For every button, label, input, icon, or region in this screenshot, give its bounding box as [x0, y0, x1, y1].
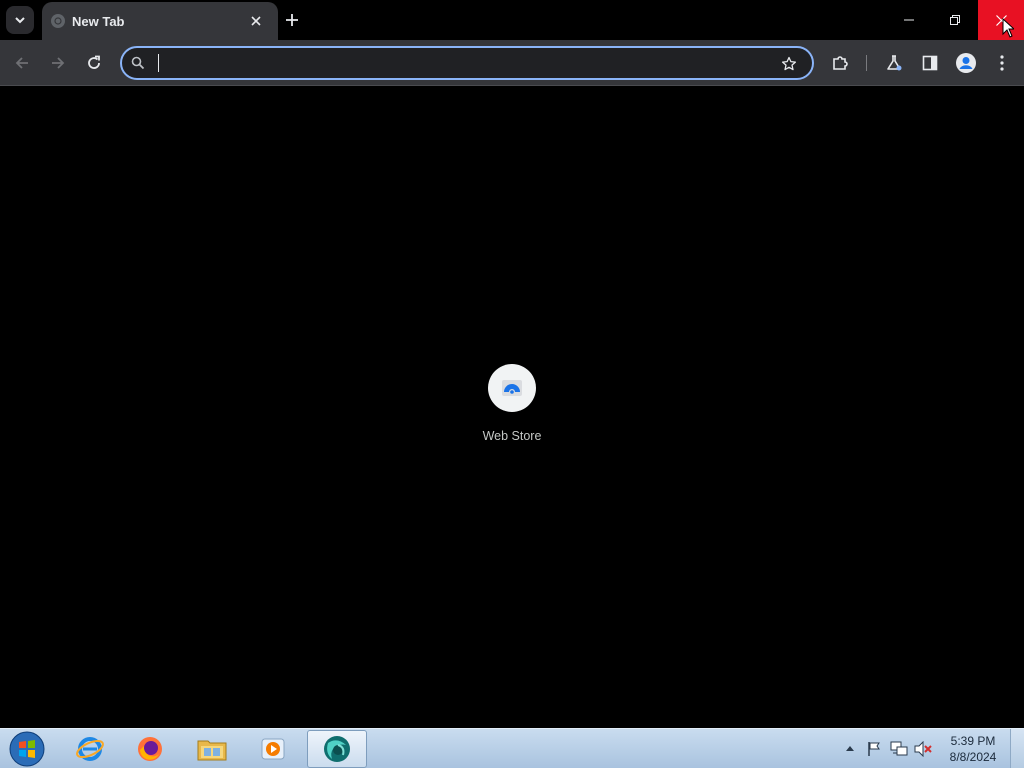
start-button[interactable] — [6, 730, 48, 768]
firefox-icon — [138, 737, 162, 761]
flag-icon — [868, 742, 880, 756]
tab-search-button[interactable] — [6, 6, 34, 34]
chevron-up-icon — [846, 746, 854, 751]
mouse-cursor-icon — [1002, 18, 1014, 38]
network-icon — [890, 741, 908, 756]
forward-button[interactable] — [43, 48, 73, 78]
web-store-icon — [502, 380, 522, 396]
reload-button[interactable] — [79, 48, 109, 78]
screen: New Tab Web Store 5:39 PM 8/8/2024 — [0, 0, 1024, 768]
menu-button[interactable] — [987, 48, 1017, 78]
taskbar-app-firefox[interactable] — [120, 730, 180, 768]
new-tab-page: Web Store — [0, 87, 1024, 728]
shortcut-tile — [488, 364, 536, 412]
volume-muted-icon — [914, 741, 932, 757]
kebab-menu-icon — [1000, 55, 1004, 71]
new-tab-button[interactable] — [280, 8, 304, 32]
plus-icon — [286, 14, 298, 26]
shortcut-label: Web Store — [482, 429, 542, 443]
tab-new-tab[interactable]: New Tab — [42, 2, 278, 40]
close-icon — [251, 16, 261, 26]
address-input[interactable] — [156, 53, 776, 73]
restore-button[interactable] — [932, 0, 978, 40]
chevron-down-icon — [15, 17, 25, 24]
minimize-button[interactable] — [886, 0, 932, 40]
volume-button[interactable] — [914, 740, 932, 758]
reload-icon — [88, 55, 100, 69]
toolbar-separator — [866, 55, 867, 71]
arrow-right-icon — [52, 57, 65, 69]
labs-button[interactable] — [879, 48, 909, 78]
toolbar — [0, 40, 1024, 86]
shortcut-web-store[interactable]: Web Store — [462, 363, 562, 453]
taskbar-app-media-player[interactable] — [243, 730, 303, 768]
taskbar-app-internet-explorer[interactable] — [60, 730, 120, 768]
avatar-icon — [956, 53, 976, 73]
media-player-icon — [261, 738, 285, 760]
show-hidden-icons-button[interactable] — [843, 741, 857, 755]
tab-close-button[interactable] — [246, 11, 266, 31]
flask-icon — [887, 55, 902, 71]
taskbar: 5:39 PM 8/8/2024 — [0, 728, 1024, 768]
puzzle-icon — [833, 56, 848, 70]
extensions-button[interactable] — [825, 48, 855, 78]
arrow-left-icon — [15, 57, 28, 69]
tab-strip: New Tab — [0, 0, 1024, 40]
network-button[interactable] — [890, 740, 908, 758]
text-caret — [158, 54, 159, 72]
side-panel-button[interactable] — [915, 48, 945, 78]
tab-title: New Tab — [72, 14, 125, 29]
browser-icon — [324, 736, 350, 762]
ie-icon — [76, 737, 104, 761]
taskbar-app-file-explorer[interactable] — [182, 730, 242, 768]
minimize-icon — [904, 19, 914, 21]
action-center-button[interactable] — [865, 740, 883, 758]
star-icon — [781, 56, 797, 71]
taskbar-app-browser[interactable] — [307, 730, 367, 768]
back-button[interactable] — [7, 48, 37, 78]
system-clock[interactable]: 5:39 PM 8/8/2024 — [942, 733, 1004, 765]
globe-icon — [51, 14, 65, 28]
folder-icon — [197, 740, 227, 761]
restore-icon — [950, 15, 960, 25]
address-bar[interactable] — [120, 46, 814, 80]
show-desktop-button[interactable] — [1010, 729, 1024, 768]
clock-date: 8/8/2024 — [949, 750, 997, 764]
windows-logo-icon — [9, 731, 45, 767]
search-icon — [131, 56, 145, 70]
side-panel-icon — [922, 55, 938, 71]
clock-time: 5:39 PM — [950, 734, 996, 748]
window-close-button[interactable] — [978, 0, 1024, 40]
profile-button[interactable] — [951, 48, 981, 78]
bookmark-button[interactable] — [778, 53, 800, 75]
